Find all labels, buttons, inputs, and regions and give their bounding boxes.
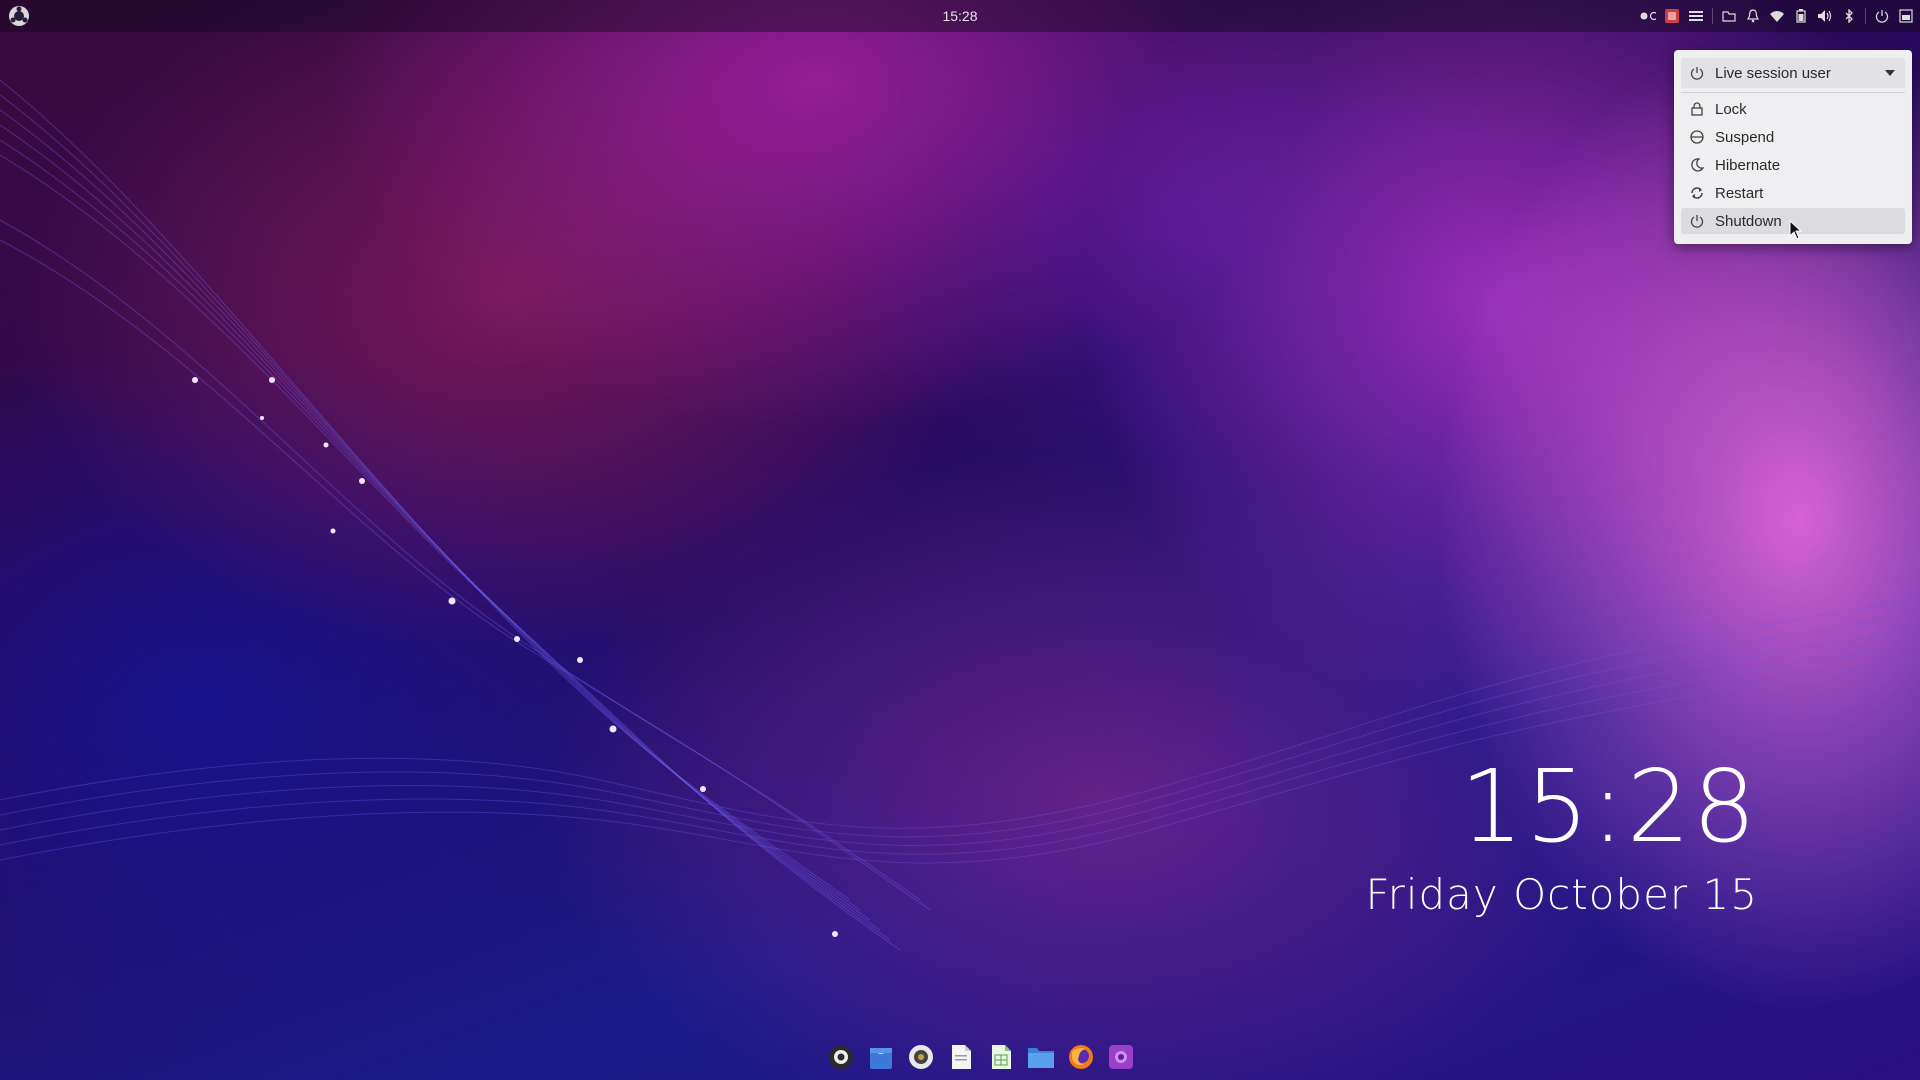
desktop-clock-time: 15:28 — [1459, 748, 1758, 865]
restart-icon — [1689, 185, 1705, 201]
suspend-icon — [1689, 129, 1705, 145]
chevron-down-icon — [1885, 70, 1895, 76]
shutdown-label: Shutdown — [1715, 212, 1782, 230]
moon-icon — [1689, 157, 1705, 173]
volume-icon[interactable] — [1817, 8, 1833, 24]
ubuntu-budgie-icon[interactable] — [826, 1042, 856, 1072]
tray-separator — [1712, 8, 1713, 24]
suspend-menu-item[interactable]: Suspend — [1681, 124, 1905, 150]
power-icon[interactable] — [1874, 8, 1890, 24]
folder-icon[interactable] — [1721, 8, 1737, 24]
power-menu: Live session user Lock Suspend Hibernate… — [1674, 50, 1912, 244]
power-icon — [1689, 213, 1705, 229]
lock-icon — [1689, 101, 1705, 117]
user-label: Live session user — [1715, 64, 1831, 82]
panel-clock[interactable]: 15:28 — [0, 8, 1920, 24]
battery-icon[interactable] — [1793, 8, 1809, 24]
spreadsheet-icon[interactable] — [986, 1042, 1016, 1072]
screenshot-icon[interactable] — [1106, 1042, 1136, 1072]
restart-label: Restart — [1715, 184, 1764, 202]
mouse-cursor-icon — [1789, 219, 1803, 245]
wifi-icon[interactable] — [1769, 8, 1785, 24]
user-dropdown[interactable]: Live session user — [1681, 58, 1905, 88]
restart-menu-item[interactable]: Restart — [1681, 180, 1905, 206]
document-icon[interactable] — [946, 1042, 976, 1072]
app-indicator-icon[interactable] — [1664, 8, 1680, 24]
menu-icon[interactable] — [1688, 8, 1704, 24]
store-icon[interactable] — [866, 1042, 896, 1072]
hibernate-label: Hibernate — [1715, 156, 1781, 174]
desktop-clock-date: Friday October 15 — [1365, 870, 1758, 919]
bluetooth-icon[interactable] — [1841, 8, 1857, 24]
power-icon — [1689, 65, 1705, 81]
menu-divider — [1681, 92, 1905, 93]
webcam-icon[interactable] — [906, 1042, 936, 1072]
record-indicator-icon[interactable] — [1640, 8, 1656, 24]
lock-menu-item[interactable]: Lock — [1681, 96, 1905, 122]
top-panel: 15:28 — [0, 0, 1920, 32]
suspend-label: Suspend — [1715, 128, 1775, 146]
system-tray — [1640, 6, 1914, 26]
tray-separator — [1865, 8, 1866, 24]
dock — [826, 1040, 1136, 1074]
window-list-icon[interactable] — [1898, 8, 1914, 24]
firefox-icon[interactable] — [1066, 1042, 1096, 1072]
hibernate-menu-item[interactable]: Hibernate — [1681, 152, 1905, 178]
lock-label: Lock — [1715, 100, 1747, 118]
files-icon[interactable] — [1026, 1042, 1056, 1072]
bell-icon[interactable] — [1745, 8, 1761, 24]
